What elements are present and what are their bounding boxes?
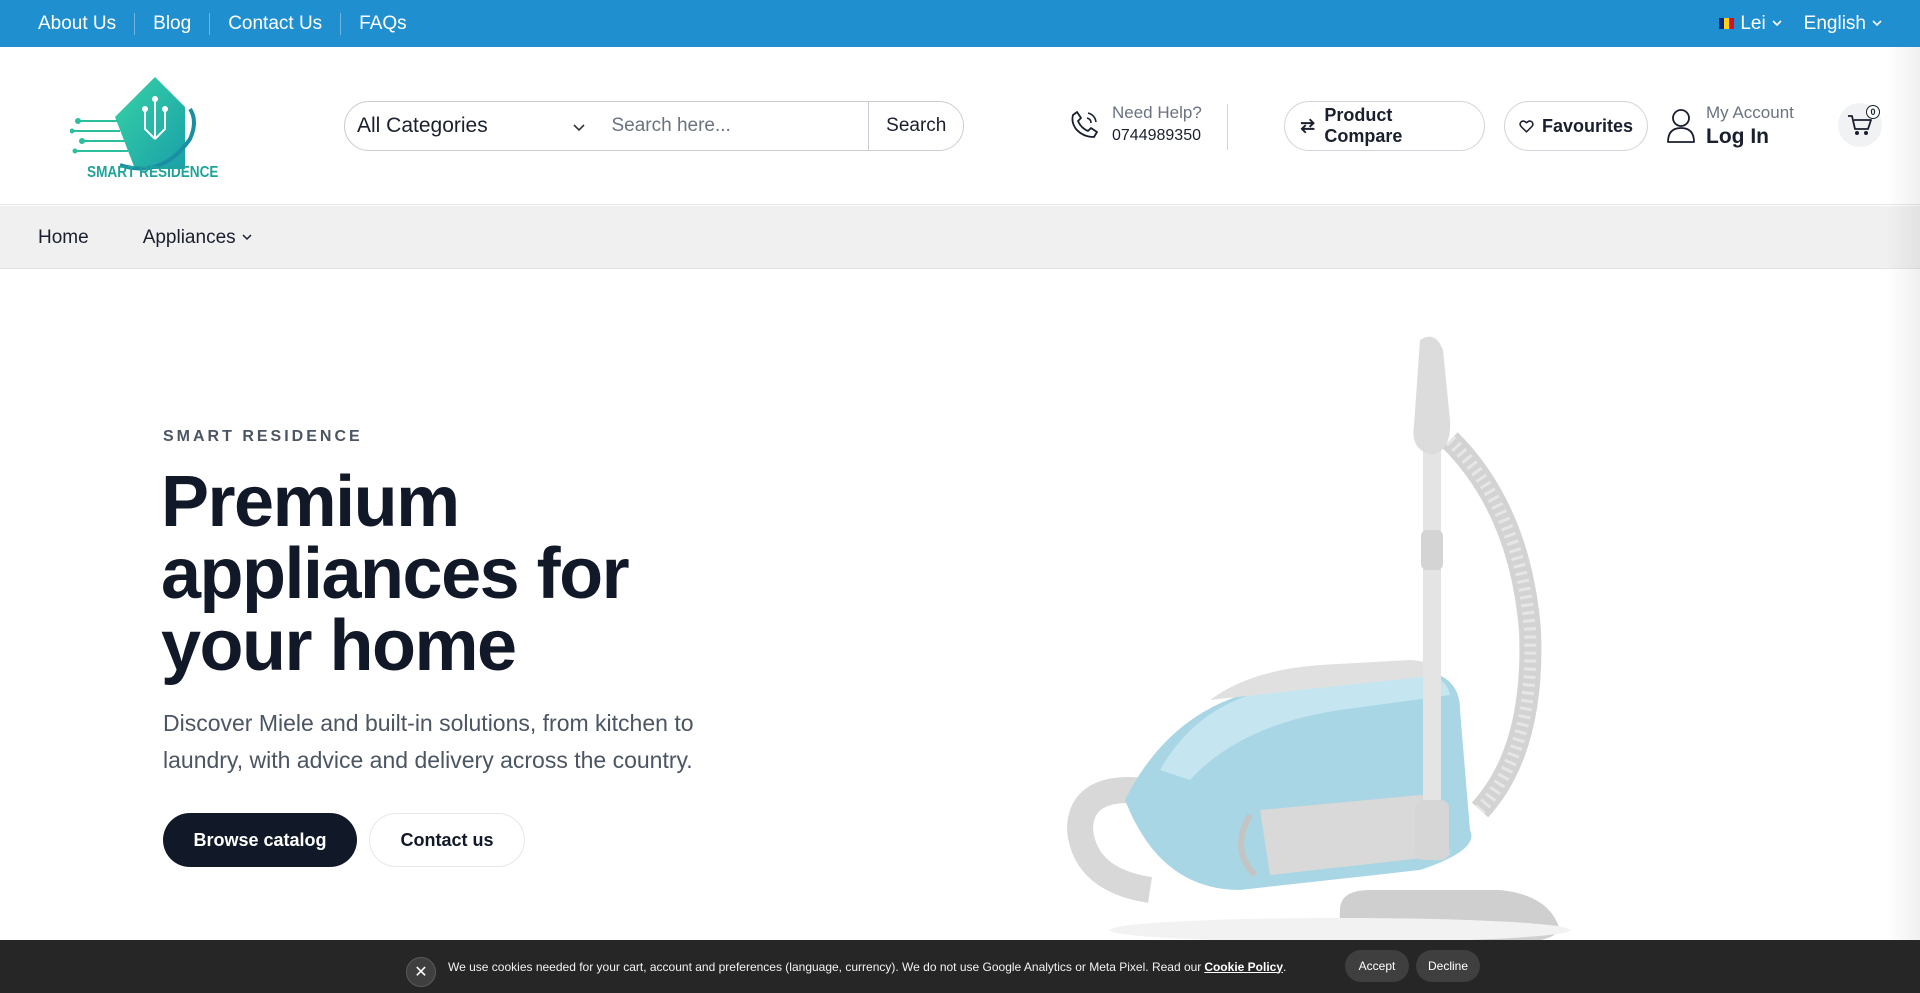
header-divider [1227,104,1228,150]
close-icon[interactable]: ✕ [406,957,436,987]
cookie-period: . [1283,959,1287,974]
faqs-link[interactable]: FAQs [340,12,425,35]
main-nav: Home Appliances [0,206,1920,269]
favourites-label: Favourites [1541,115,1633,136]
heart-icon [1519,119,1534,133]
cookie-accept-button[interactable]: Accept [1345,950,1409,982]
login-link[interactable]: Log In [1706,125,1794,149]
hero-title-line: your home [161,606,517,686]
logo-text: SMART RESIDENCE [87,164,219,181]
contact-us-button[interactable]: Contact us [369,813,525,867]
cookie-banner: ✕ We use cookies needed for your cart, a… [0,940,1920,993]
language-selector[interactable]: English [1804,13,1882,35]
blog-link[interactable]: Blog [134,12,209,35]
account-menu[interactable]: My Account Log In [1666,103,1794,149]
nav-item-home[interactable]: Home [38,227,89,249]
romania-flag-icon [1719,18,1735,29]
chevron-down-icon [242,234,252,241]
product-compare-button[interactable]: Product Compare [1284,101,1485,151]
search-input[interactable] [599,102,869,150]
site-header: SMART RESIDENCE All Categories Search Ne… [0,47,1920,205]
about-us-link[interactable]: About Us [38,13,134,35]
user-icon [1667,109,1695,143]
cookie-decline-button[interactable]: Decline [1416,950,1480,982]
chevron-down-icon [1872,18,1882,30]
compare-label: Product Compare [1324,105,1403,146]
category-label: All Categories [357,114,488,137]
cookie-policy-link[interactable]: Cookie Policy [1204,960,1283,974]
cart-button[interactable]: 0 [1838,103,1882,147]
help-contact: Need Help? 0744989350 [1068,103,1202,145]
top-bar: About Us Blog Contact Us FAQs Lei Englis… [0,0,1920,47]
help-phone[interactable]: 0744989350 [1112,127,1202,145]
compare-arrows-icon [1300,118,1315,134]
currency-selector[interactable]: Lei [1719,12,1782,35]
chevron-down-icon [1772,18,1782,30]
favourites-button[interactable]: Favourites [1504,101,1648,151]
hero-kicker: SMART RESIDENCE [163,428,363,445]
chevron-down-icon [572,114,585,138]
hero-title-line: Premium [161,462,460,542]
account-label: My Account [1706,103,1794,122]
search-button[interactable]: Search [868,102,963,150]
cart-count-badge: 0 [1866,105,1880,119]
search-bar: All Categories Search [344,101,964,151]
contact-us-link[interactable]: Contact Us [209,12,340,35]
cookie-text: We use cookies needed for your cart, acc… [448,940,1286,993]
browse-catalog-button[interactable]: Browse catalog [163,813,357,867]
currency-label: Lei [1740,12,1766,34]
cookie-message: We use cookies needed for your cart, acc… [448,959,1202,974]
vacuum-cleaner-image [1066,336,1570,942]
language-label: English [1803,12,1866,34]
hero-title: Premium appliances for your home [161,466,721,682]
hero-title-line: appliances for [161,534,630,614]
top-links: About Us Blog Contact Us FAQs [38,0,425,47]
top-selectors: Lei English [1719,0,1882,47]
phone-icon [1071,111,1098,138]
help-label: Need Help? [1112,103,1202,122]
hero-subtitle: Discover Miele and built-in solutions, f… [163,710,694,773]
category-select[interactable]: All Categories [345,102,599,150]
right-edge-shade [1886,47,1920,947]
nav-item-appliances[interactable]: Appliances [143,227,252,249]
nav-item-appliances-label: Appliances [142,226,236,248]
